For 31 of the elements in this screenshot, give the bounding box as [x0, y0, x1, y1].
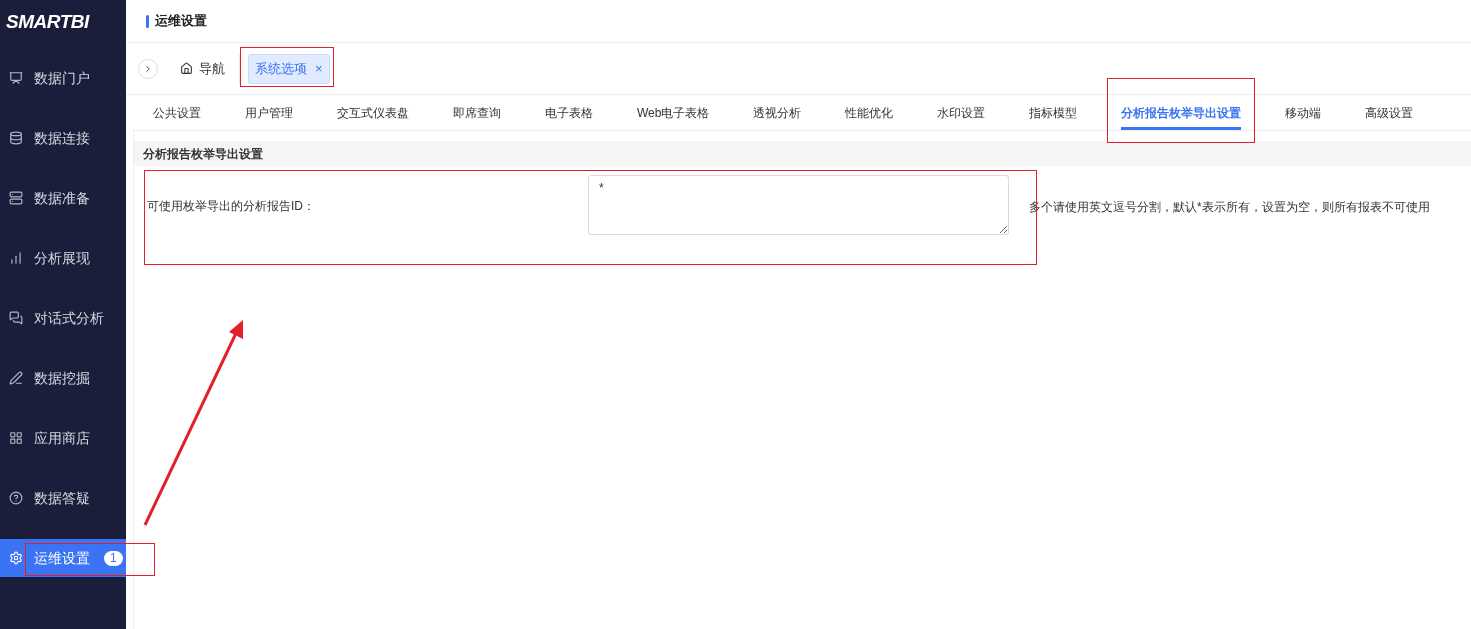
settings-tab[interactable]: 透视分析	[753, 95, 802, 130]
sidebar-item[interactable]: 数据连接	[0, 119, 126, 157]
settings-tab[interactable]: Web电子表格	[637, 95, 710, 130]
sidebar-item[interactable]: 数据门户	[0, 59, 126, 97]
sidebar-item[interactable]: 对话式分析	[0, 299, 126, 337]
settings-tab[interactable]: 用户管理	[245, 95, 293, 130]
logo: SMARTBI	[5, 10, 91, 34]
page-tab[interactable]: 导航	[166, 53, 240, 84]
sidebar-item[interactable]: 运维设置 1	[0, 539, 126, 577]
settings-tab[interactable]: 分析报告枚举导出设置	[1121, 95, 1242, 130]
field-label: 可使用枚举导出的分析报告ID：	[147, 198, 316, 215]
sidebar-item[interactable]: 数据挖掘	[0, 359, 126, 397]
sidebar-item[interactable]: 应用商店	[0, 419, 126, 457]
sidebar-item[interactable]: 分析展现	[0, 239, 126, 277]
settings-tab[interactable]: 性能优化	[845, 95, 894, 130]
settings-tab[interactable]: 高级设置	[1365, 95, 1414, 130]
settings-tab[interactable]: 即席查询	[453, 95, 501, 130]
settings-tab[interactable]: 移动端	[1285, 95, 1322, 130]
settings-tab[interactable]: 水印设置	[937, 95, 986, 130]
settings-tab[interactable]: 公共设置	[153, 95, 201, 130]
settings-tab[interactable]: 电子表格	[545, 95, 593, 130]
section-header: 分析报告枚举导出设置	[134, 141, 1471, 166]
sidebar-item[interactable]: 数据答疑	[0, 479, 126, 517]
page-title: 运维设置	[155, 12, 207, 31]
report-id-input[interactable]: *	[588, 175, 1009, 235]
settings-tab[interactable]: 指标模型	[1029, 95, 1078, 130]
close-icon[interactable]: ×	[315, 58, 323, 79]
settings-tab[interactable]: 交互式仪表盘	[337, 95, 409, 130]
count-badge: 1	[104, 550, 123, 566]
page-tab[interactable]: 系统选项 ×	[248, 53, 330, 84]
sidebar-item[interactable]: 数据准备	[0, 179, 126, 217]
